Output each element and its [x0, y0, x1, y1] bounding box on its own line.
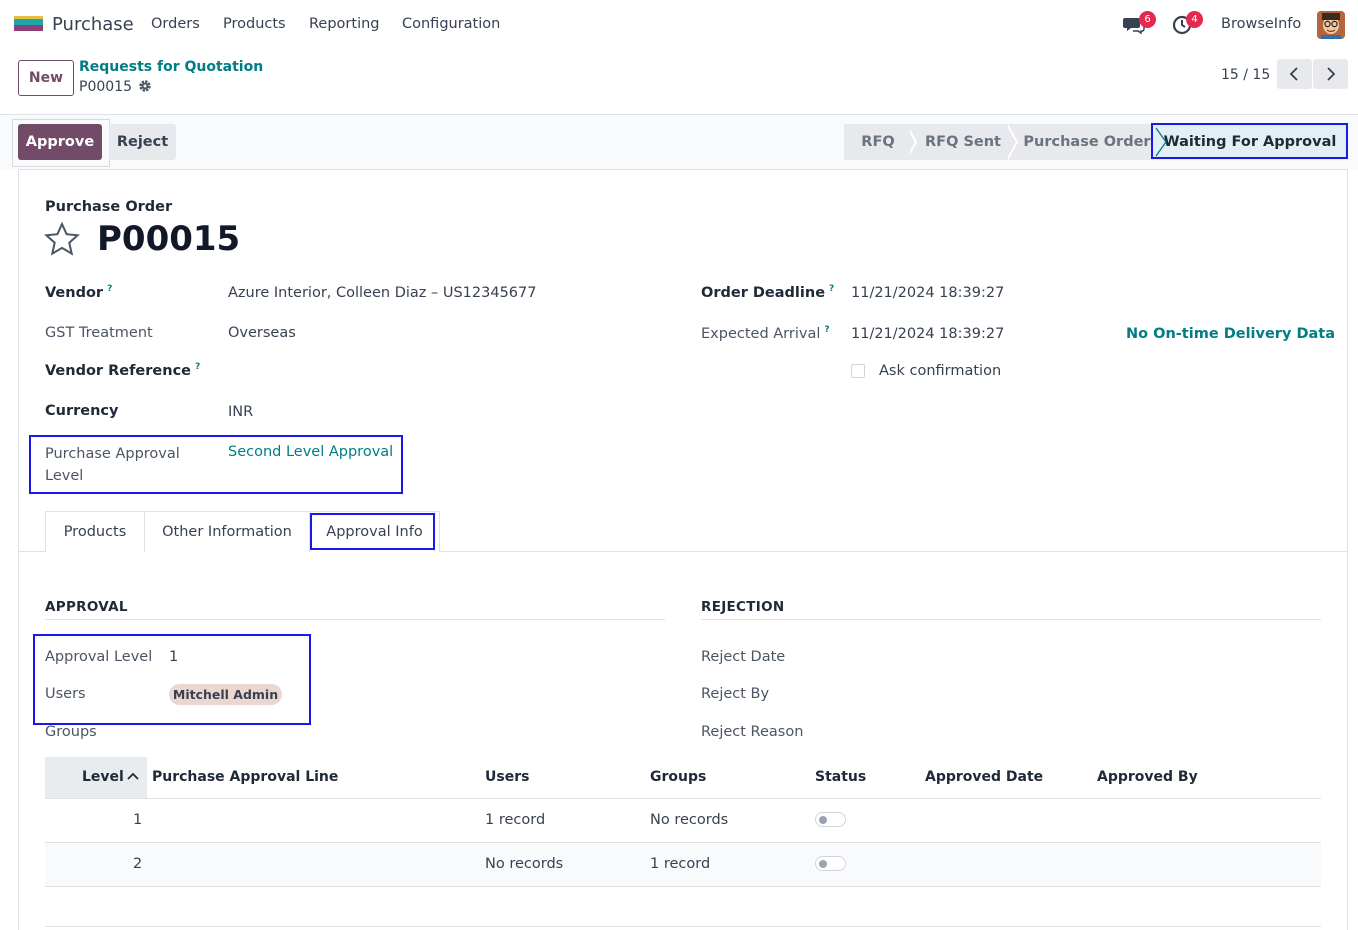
gear-icon[interactable] [138, 79, 152, 97]
gst-treatment-field[interactable]: Overseas [228, 325, 296, 341]
menu-products[interactable]: Products [223, 16, 286, 32]
column-header-approved-date[interactable]: Approved Date [925, 769, 1043, 785]
row-level: 1 [133, 812, 143, 828]
chevron-left-icon [1289, 67, 1298, 81]
menu-configuration[interactable]: Configuration [402, 16, 500, 32]
vendor-reference-label: Vendor Reference? [45, 362, 201, 379]
vendor-reference-field[interactable] [228, 360, 648, 384]
document-type: Purchase Order [45, 199, 173, 215]
record-title: P00015 [97, 219, 241, 259]
tab-underline-left [18, 551, 45, 552]
groups-label: Groups [45, 724, 97, 740]
star-icon[interactable] [44, 221, 80, 260]
sort-ascending-icon[interactable] [126, 770, 140, 786]
pager-value[interactable]: 15 / 15 [1221, 67, 1270, 83]
row-groups: No records [650, 812, 729, 828]
messages-badge: 6 [1139, 11, 1156, 28]
approval-level-highlight-box [29, 435, 403, 494]
stage-purchase-order[interactable]: Purchase Order [1020, 124, 1154, 160]
new-button[interactable]: New [18, 60, 74, 96]
app-name[interactable]: Purchase [52, 14, 134, 35]
expected-arrival-label: Expected Arrival? [701, 325, 830, 342]
stage-highlight-box [1151, 123, 1348, 159]
approval-users-highlight-box [33, 634, 311, 725]
breadcrumb-rfq-link[interactable]: Requests for Quotation [79, 59, 263, 75]
record-name: P00015 [79, 79, 132, 95]
approval-info-tab-highlight [310, 513, 435, 550]
chevron-right-icon [1327, 67, 1336, 81]
reject-reason-label: Reject Reason [701, 724, 804, 740]
top-navbar: Purchase Orders Products Reporting Confi… [0, 0, 1358, 50]
company-switcher[interactable]: BrowseInfo [1221, 16, 1301, 32]
vendor-field[interactable]: Azure Interior, Colleen Diaz – US1234567… [228, 285, 536, 301]
breadcrumb-record: P00015 [79, 79, 152, 97]
row-users: 1 record [485, 812, 546, 828]
currency-field[interactable]: INR [228, 404, 253, 420]
approval-section-rule [45, 619, 665, 620]
user-avatar[interactable] [1317, 11, 1345, 39]
vendor-label: Vendor? [45, 284, 113, 301]
row-line [45, 886, 1321, 887]
menu-reporting[interactable]: Reporting [309, 16, 380, 32]
order-deadline-field[interactable]: 11/21/2024 18:39:27 [851, 285, 1004, 301]
pager-next-button[interactable] [1313, 59, 1348, 89]
approve-button[interactable]: Approve [18, 124, 102, 160]
ask-confirmation-label: Ask confirmation [879, 363, 1002, 379]
tab-other-information[interactable]: Other Information [144, 511, 310, 552]
activities-badge: 4 [1186, 11, 1203, 28]
reject-date-label: Reject Date [701, 649, 786, 665]
expected-arrival-field[interactable]: 11/21/2024 18:39:27 [851, 326, 1004, 342]
column-header-users[interactable]: Users [485, 769, 529, 785]
menu-orders[interactable]: Orders [151, 16, 200, 32]
column-header-level[interactable]: Level [82, 769, 124, 785]
row-groups: 1 record [650, 856, 711, 872]
on-time-delivery-button[interactable]: No On-time Delivery Data [1126, 326, 1335, 342]
reject-button[interactable]: Reject [109, 124, 176, 160]
currency-label: Currency [45, 403, 119, 419]
row-level: 2 [133, 856, 143, 872]
table-footer-line [45, 926, 1321, 927]
row-users: No records [485, 856, 564, 872]
status-toggle[interactable] [815, 856, 846, 871]
column-header-groups[interactable]: Groups [650, 769, 706, 785]
column-header-status[interactable]: Status [815, 769, 866, 785]
tab-underline-right [440, 551, 1348, 552]
status-toggle[interactable] [815, 812, 846, 827]
stage-rfq-sent[interactable]: RFQ Sent [918, 124, 1008, 160]
pager-previous-button[interactable] [1277, 59, 1312, 89]
gst-treatment-label: GST Treatment [45, 325, 153, 341]
ask-confirmation-checkbox[interactable] [851, 364, 865, 378]
order-deadline-label: Order Deadline? [701, 284, 835, 301]
approval-section-title: APPROVAL [45, 599, 128, 615]
purchase-app-icon[interactable] [14, 16, 43, 34]
column-header-approved-by[interactable]: Approved By [1097, 769, 1198, 785]
reject-by-label: Reject By [701, 686, 770, 702]
column-header-purchase-approval-line[interactable]: Purchase Approval Line [152, 769, 338, 785]
stage-rfq[interactable]: RFQ [846, 124, 910, 160]
rejection-section-rule [701, 619, 1321, 620]
rejection-section-title: REJECTION [701, 599, 785, 615]
tab-products[interactable]: Products [45, 511, 145, 552]
